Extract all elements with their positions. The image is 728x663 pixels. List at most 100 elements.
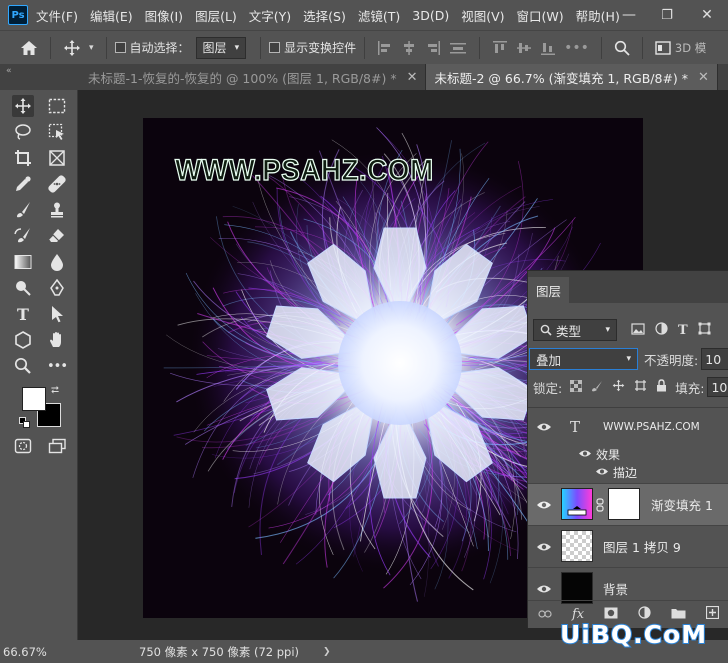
filter-adjustment-icon[interactable] [655,322,668,338]
menu-type[interactable]: 文字(Y) [249,6,291,25]
healing-brush-tool-icon[interactable] [46,173,68,195]
type-tool-icon[interactable]: T [12,303,34,325]
move-tool-icon[interactable] [12,95,34,117]
close-button[interactable]: ✕ [690,0,724,30]
menu-layer[interactable]: 图层(L) [195,6,237,25]
menu-view[interactable]: 视图(V) [461,6,504,25]
dodge-tool-icon[interactable] [12,277,34,299]
layers-panel-header: 图层 [528,271,728,303]
opacity-input[interactable]: 10 [701,348,728,370]
hand-tool-icon[interactable] [46,329,68,351]
object-select-tool-icon[interactable] [46,121,68,143]
fill-input[interactable]: 10 [707,377,728,397]
lock-paint-icon[interactable] [591,380,603,395]
eye-icon[interactable] [578,447,592,461]
layer-row-text[interactable]: T WWW.PSAHZ.COM [528,407,728,445]
lock-position-icon[interactable] [612,379,625,395]
link-icon[interactable] [596,498,604,515]
menu-file[interactable]: 文件(F) [36,6,78,25]
align-right-icon[interactable] [425,40,441,56]
swap-colors-icon[interactable]: ⮂ [51,385,59,396]
eraser-tool-icon[interactable] [46,225,68,247]
lock-transparent-icon[interactable] [569,379,583,395]
layer-row-copy-9[interactable]: 图层 1 拷贝 9 [528,525,728,567]
tab-label: 未标题-2 @ 66.7% (渐变填充 1, RGB/8#) * [434,70,689,86]
eyedropper-tool-icon[interactable] [12,173,34,195]
3d-mode-label[interactable]: 3D 模 [675,40,706,56]
restore-button[interactable]: ❐ [650,0,684,30]
default-colors-icon[interactable] [19,417,31,432]
tab-layers[interactable]: 图层 [528,277,570,303]
collapse-toolbar-icon[interactable]: « [6,66,12,76]
align-middle-icon[interactable] [516,40,532,56]
eye-icon[interactable] [536,422,552,432]
home-icon[interactable] [20,40,38,56]
eye-icon[interactable] [595,465,609,479]
blend-mode-dropdown[interactable]: 叠加 ▾ [529,348,639,370]
foreground-color-swatch[interactable] [22,387,46,411]
workspace-icon[interactable] [655,40,671,55]
quick-mask-icon[interactable] [12,435,34,457]
more-tools-icon[interactable]: ••• [46,355,68,377]
link-layers-icon[interactable] [538,607,552,622]
tab-document-2[interactable]: 未标题-2 @ 66.7% (渐变填充 1, RGB/8#) * ✕ [426,64,718,90]
crop-tool-icon[interactable] [12,147,34,169]
filter-type-icon[interactable]: T [678,323,688,338]
layer-effect-stroke-row[interactable]: 描边 [528,463,728,481]
auto-select-checkbox[interactable] [114,42,126,53]
align-center-h-icon[interactable] [401,40,417,56]
gradient-tool-icon[interactable] [12,251,34,273]
lock-all-icon[interactable] [656,379,667,395]
align-top-icon[interactable] [492,40,508,56]
more-options-icon[interactable]: ••• [564,40,589,56]
eye-icon[interactable] [536,500,552,510]
search-icon[interactable] [614,40,630,56]
eye-icon[interactable] [536,542,552,552]
frame-tool-icon[interactable] [46,147,68,169]
chevron-down-icon[interactable]: ▾ [89,43,94,53]
eye-icon[interactable] [536,584,552,594]
pen-tool-icon[interactable] [46,277,68,299]
layer-filter-dropdown[interactable]: 类型 ▾ [533,319,617,341]
move-tool-icon[interactable] [63,39,81,57]
distribute-icon[interactable] [449,40,467,56]
layer-mask-thumbnail[interactable] [608,488,640,520]
auto-select-target-dropdown[interactable]: 图层 ▾ [195,36,247,59]
show-transform-checkbox[interactable] [269,42,281,53]
opacity-value: 10 [705,351,722,367]
path-select-tool-icon[interactable] [46,303,68,325]
lock-artboard-icon[interactable] [634,379,647,395]
menu-window[interactable]: 窗口(W) [517,6,564,25]
lasso-tool-icon[interactable] [12,121,34,143]
show-transform-label: 显示变换控件 [284,41,357,55]
menu-image[interactable]: 图像(I) [145,6,183,25]
separator [600,36,602,59]
stamp-tool-icon[interactable] [46,199,68,221]
shape-tool-icon[interactable] [12,329,34,351]
layer-effects-row[interactable]: 效果 [528,445,728,463]
screen-mode-icon[interactable] [46,435,68,457]
menu-3d[interactable]: 3D(D) [412,8,449,23]
minimize-button[interactable]: — [612,0,646,30]
opacity-label: 不透明度: [644,352,699,368]
layer-name: 渐变填充 1 [651,498,713,513]
status-arrow-icon[interactable]: ❯ [323,647,331,657]
zoom-level[interactable]: 66.67% [3,645,59,659]
menu-select[interactable]: 选择(S) [303,6,346,25]
align-bottom-icon[interactable] [540,40,556,56]
close-icon[interactable]: ✕ [698,70,709,85]
history-brush-tool-icon[interactable] [12,225,34,247]
layer-row-gradient-fill[interactable]: 渐变填充 1 [528,483,728,525]
align-left-icon[interactable] [377,40,393,56]
blur-tool-icon[interactable] [46,251,68,273]
marquee-tool-icon[interactable] [46,95,68,117]
tab-document-1[interactable]: 未标题-1-恢复的-恢复的 @ 100% (图层 1, RGB/8#) * ✕ [80,64,427,90]
filter-pixel-icon[interactable] [631,322,645,338]
filter-shape-icon[interactable] [698,322,711,338]
new-layer-icon[interactable] [705,605,720,623]
brush-tool-icon[interactable] [12,199,34,221]
zoom-tool-icon[interactable] [12,355,34,377]
menu-edit[interactable]: 编辑(E) [90,6,133,25]
close-icon[interactable]: ✕ [407,70,418,85]
menu-filter[interactable]: 滤镜(T) [358,6,400,25]
